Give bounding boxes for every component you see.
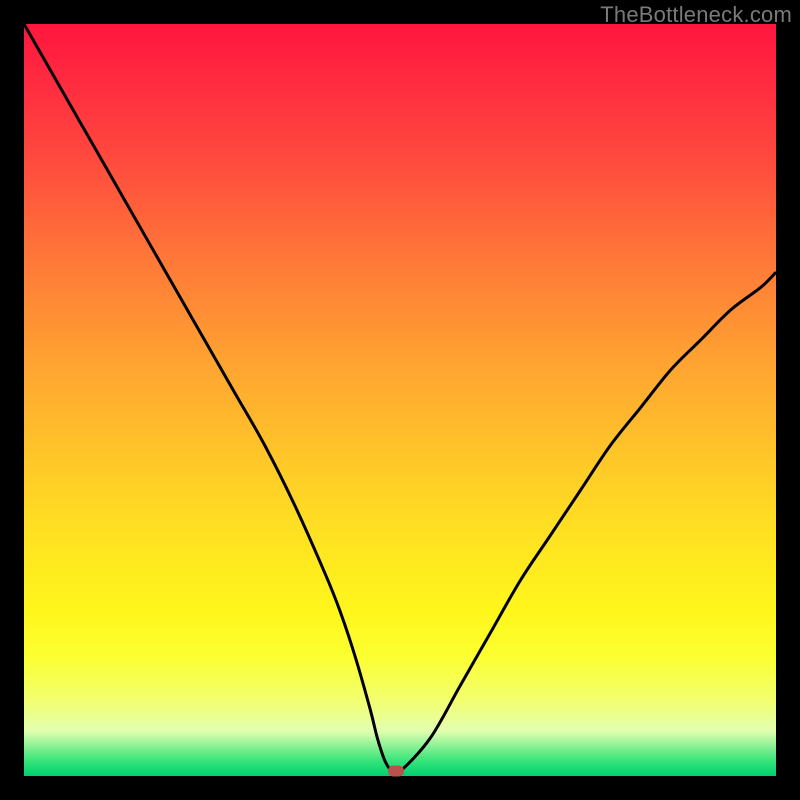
watermark-text: TheBottleneck.com <box>600 2 792 28</box>
plot-area <box>24 24 776 776</box>
chart-frame: TheBottleneck.com <box>0 0 800 800</box>
optimum-marker <box>388 766 404 777</box>
bottleneck-curve <box>24 24 776 776</box>
